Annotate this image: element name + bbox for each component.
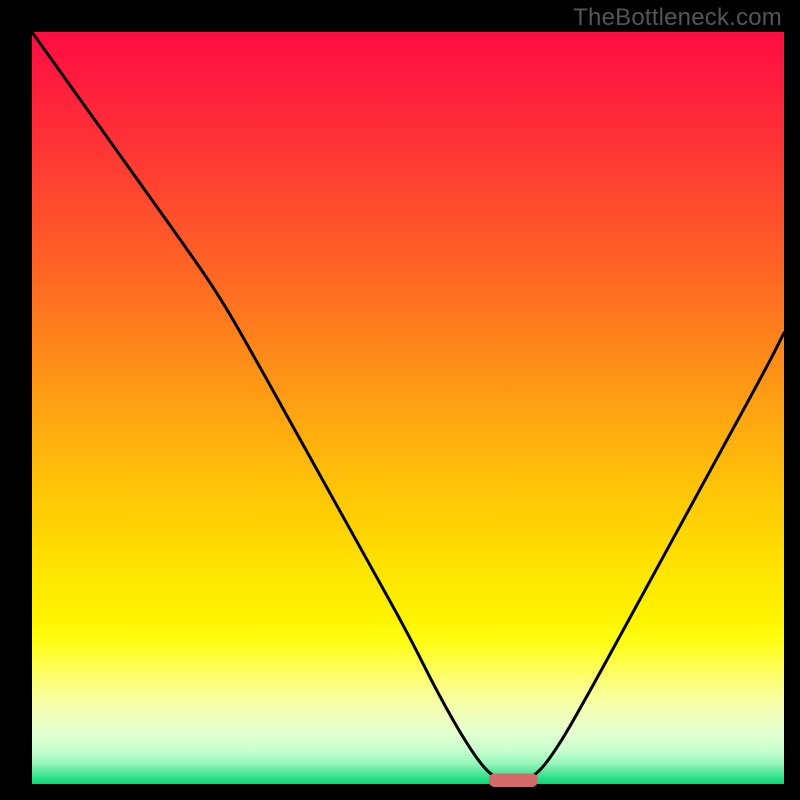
plot-background	[32, 32, 784, 784]
chart-stage: TheBottleneck.com	[0, 0, 800, 800]
watermark-text: TheBottleneck.com	[573, 4, 782, 32]
bottleneck-chart	[0, 0, 800, 800]
optimal-marker	[489, 773, 538, 787]
